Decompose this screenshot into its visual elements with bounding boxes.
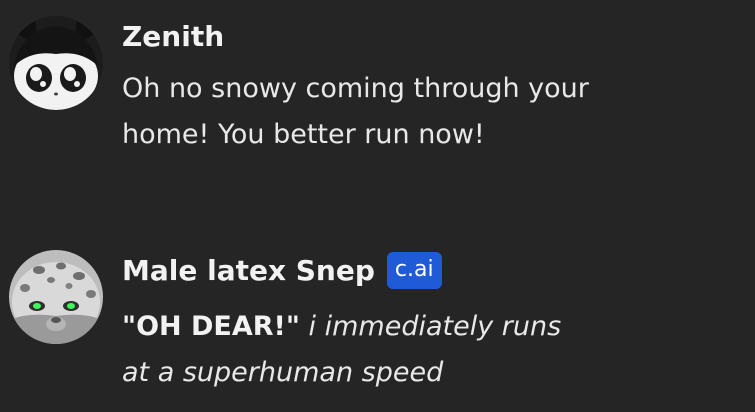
message-body: Oh no snowy coming through your home! Yo…	[122, 66, 722, 158]
action-text: i immediately runs	[308, 311, 562, 342]
action-text: at a superhuman speed	[122, 357, 444, 388]
message-line: Oh no snowy coming through your	[122, 73, 589, 104]
chat-message: Male latex Snep c.ai "OH DEAR!" i immedi…	[0, 230, 755, 412]
chat-message: Zenith Oh no snowy coming through your h…	[0, 0, 755, 200]
avatar-image	[9, 16, 103, 110]
message-body: "OH DEAR!" i immediately runs at a super…	[122, 304, 722, 396]
author-row: Zenith	[122, 20, 224, 53]
cai-badge: c.ai	[386, 252, 442, 289]
avatar-male-latex-snep[interactable]	[9, 250, 103, 344]
message-line: home! You better run now!	[122, 119, 485, 150]
message-line: "OH DEAR!" i immediately runs	[122, 304, 722, 350]
author-name[interactable]: Male latex Snep	[122, 254, 375, 287]
author-row: Male latex Snep c.ai	[122, 252, 442, 289]
dialogue-quote: "OH DEAR!"	[122, 311, 300, 342]
avatar-zenith[interactable]	[9, 16, 103, 110]
avatar-image	[9, 250, 103, 344]
author-name[interactable]: Zenith	[122, 20, 224, 53]
